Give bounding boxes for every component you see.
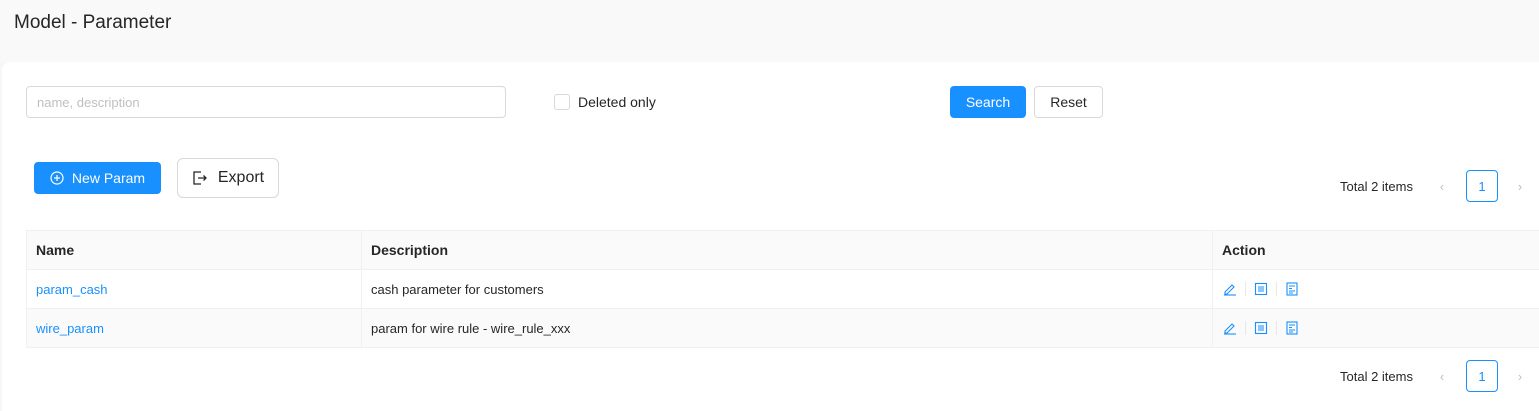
history-icon[interactable] [1284,281,1300,297]
pagination-total: Total 2 items [1340,368,1413,384]
pagination-top: Total 2 items ‹ 1 › [1340,170,1530,202]
export-label: Export [217,169,265,186]
chevron-left-icon[interactable]: ‹ [1432,179,1452,194]
param-description: cash parameter for customers [361,269,1213,309]
chevron-right-icon[interactable]: › [1510,179,1530,194]
search-button[interactable]: Search [950,86,1026,118]
params-table: Name Description Action param_cash cash … [26,230,1539,348]
pagination-page-1[interactable]: 1 [1466,360,1498,392]
action-divider [1245,321,1246,335]
history-icon[interactable] [1284,320,1300,336]
new-param-label: New Param [71,170,146,186]
action-divider [1245,282,1246,296]
column-header-name: Name [26,230,362,270]
row-actions [1222,309,1530,347]
details-icon[interactable] [1253,320,1269,336]
page-title: Model - Parameter [14,12,172,33]
pagination-page-1[interactable]: 1 [1466,170,1498,202]
edit-icon[interactable] [1222,320,1238,336]
pagination-total: Total 2 items [1340,178,1413,194]
new-param-button[interactable]: New Param [34,162,161,194]
pagination-bottom: Total 2 items ‹ 1 › [1340,360,1530,392]
param-name-link[interactable]: param_cash [36,282,108,297]
param-name-link[interactable]: wire_param [36,321,104,336]
reset-button[interactable]: Reset [1034,86,1103,118]
column-header-action: Action [1212,230,1539,270]
deleted-only-checkbox[interactable]: Deleted only [554,93,656,111]
export-button[interactable]: Export [177,158,279,198]
edit-icon[interactable] [1222,281,1238,297]
action-divider [1276,282,1277,296]
deleted-only-label: Deleted only [578,94,656,110]
details-icon[interactable] [1253,281,1269,297]
table-row: wire_param param for wire rule - wire_ru… [26,308,1539,348]
search-input[interactable] [26,86,506,118]
export-icon [192,170,208,186]
checkbox-box[interactable] [554,94,570,110]
chevron-right-icon[interactable]: › [1510,369,1530,384]
column-header-description: Description [361,230,1213,270]
action-divider [1276,321,1277,335]
chevron-left-icon[interactable]: ‹ [1432,369,1452,384]
table-row: param_cash cash parameter for customers [26,269,1539,309]
content-panel: Deleted only Search Reset New Param Expo… [2,62,1539,411]
table-header-row: Name Description Action [26,230,1539,270]
page-header: Model - Parameter [0,0,1539,62]
plus-circle-icon [50,171,64,185]
param-description: param for wire rule - wire_rule_xxx [361,308,1213,348]
row-actions [1222,270,1530,308]
